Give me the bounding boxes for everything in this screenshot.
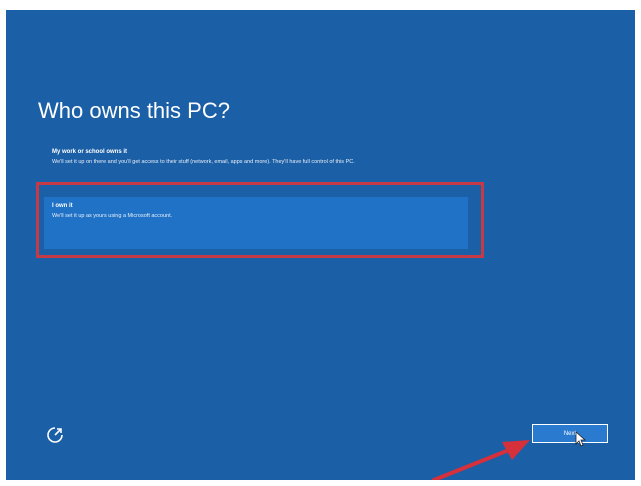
annotation-arrow bbox=[432, 440, 530, 480]
option-work-description: We'll set it up on there and you'll get … bbox=[52, 159, 355, 165]
option-personal-description: We'll set it up as yours using a Microso… bbox=[52, 213, 173, 219]
ease-of-access-icon[interactable] bbox=[46, 426, 64, 444]
option-personal-title: I own it bbox=[52, 203, 73, 209]
option-i-own-it[interactable]: I own it We'll set it up as yours using … bbox=[44, 197, 468, 249]
option-work-title: My work or school owns it bbox=[52, 149, 128, 155]
page-title: Who owns this PC? bbox=[38, 98, 230, 123]
next-button[interactable]: Next bbox=[532, 424, 608, 443]
setup-screen: Who owns this PC? My work or school owns… bbox=[6, 10, 635, 480]
option-work-or-school[interactable]: My work or school owns it We'll set it u… bbox=[44, 143, 468, 187]
